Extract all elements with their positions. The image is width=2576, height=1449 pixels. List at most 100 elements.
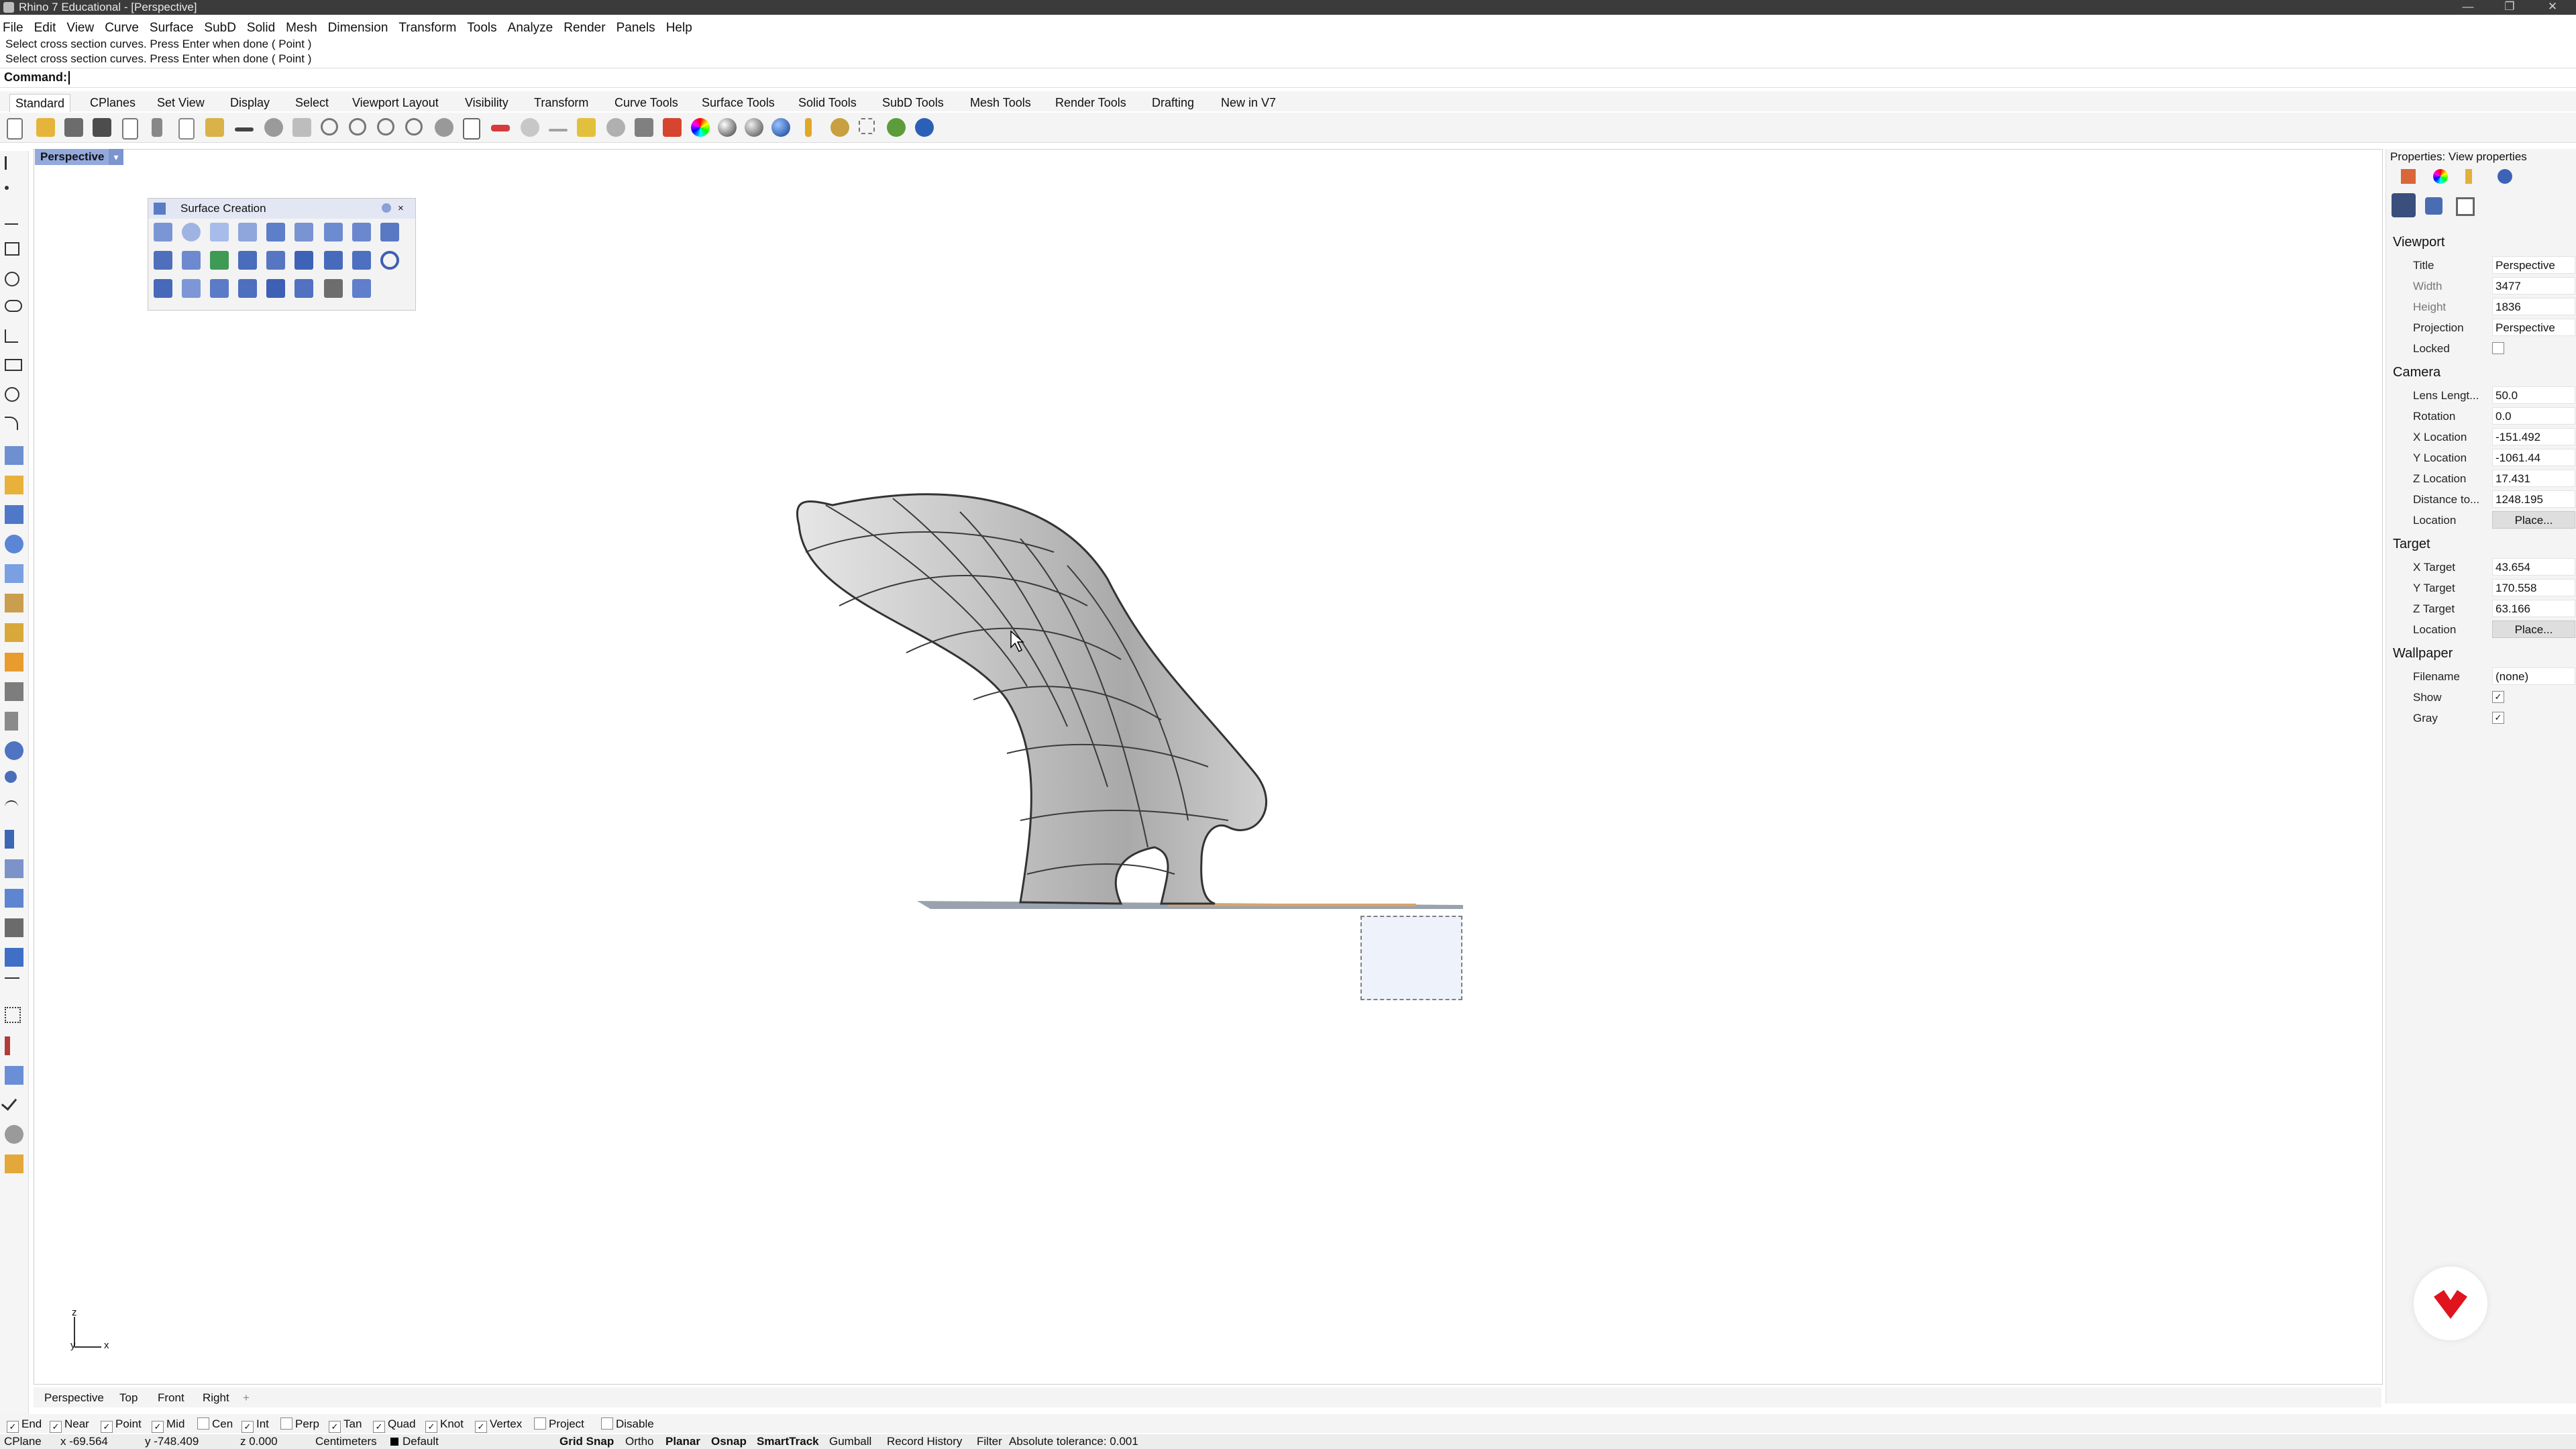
menu-mesh[interactable]: Mesh [280,15,322,40]
status-layer[interactable]: Default [402,1435,439,1448]
osnap-quad[interactable]: ✓ Quad [373,1417,416,1433]
tab-cplanes[interactable]: CPlanes [90,94,136,111]
select-all-icon[interactable] [491,125,510,131]
tab-render-tools[interactable]: Render Tools [1055,94,1126,111]
select-arrow-icon[interactable] [5,156,13,170]
polyline-icon[interactable] [5,214,18,225]
torus-icon[interactable] [380,251,399,270]
tab-subd-tools[interactable]: SubD Tools [882,94,944,111]
menu-view[interactable]: View [61,15,99,40]
tab-surface-tools[interactable]: Surface Tools [702,94,775,111]
close-button[interactable]: ✕ [2533,0,2572,15]
sphere-solid-icon[interactable] [5,535,23,553]
loft-icon[interactable] [238,223,257,241]
prop-height-field[interactable]: 1836 [2492,298,2575,315]
menu-render[interactable]: Render [558,15,610,40]
prop-rotation-field[interactable]: 0.0 [2492,407,2575,425]
rotate-icon[interactable] [5,918,23,937]
osnap-cen[interactable]: Cen [197,1417,233,1431]
rail-sweep-icon[interactable] [154,279,172,298]
osnap-point[interactable]: ✓ Point [101,1417,142,1433]
menu-edit[interactable]: Edit [29,15,62,40]
panel-gear-icon[interactable] [382,203,391,213]
tab-set-view[interactable]: Set View [157,94,205,111]
menu-curve[interactable]: Curve [99,15,144,40]
osnap-cen-checkbox[interactable] [197,1417,209,1430]
menu-tools[interactable]: Tools [462,15,502,40]
print-icon[interactable] [93,118,111,137]
status-gumball[interactable]: Gumball [829,1435,871,1448]
prop-ytarget-field[interactable]: 170.558 [2492,579,2575,596]
boolean-icon[interactable] [5,653,23,672]
planar-curves-icon[interactable] [210,223,229,241]
zoom-window-icon[interactable] [349,118,366,136]
mesh-icon[interactable] [5,594,23,612]
join-icon[interactable] [5,741,23,760]
cylinder-icon[interactable] [5,564,23,583]
grid-array-icon[interactable] [5,1007,21,1023]
pan-hand-icon[interactable] [264,118,283,137]
target-place-button[interactable]: Place... [2492,621,2575,638]
copy-icon[interactable] [178,118,195,140]
render-icon[interactable] [5,1155,23,1173]
osnap-project-checkbox[interactable] [534,1417,546,1430]
osnap-end-checkbox[interactable]: ✓ [7,1421,19,1433]
osnap-point-checkbox[interactable]: ✓ [101,1421,113,1433]
menu-subd[interactable]: SubD [199,15,241,40]
shaded-sphere-icon[interactable] [718,118,737,137]
rectangle-tool-icon[interactable] [5,359,22,371]
extrude-curve-icon[interactable] [266,223,285,241]
panel-close-icon[interactable]: × [398,199,404,219]
network-surface-icon[interactable] [324,223,343,241]
zoom-extents-icon[interactable] [377,118,394,136]
tab-visibility[interactable]: Visibility [465,94,508,111]
status-filter[interactable]: Filter [977,1435,1002,1448]
menu-help[interactable]: Help [661,15,698,40]
minimize-button[interactable]: — [2449,0,2487,15]
tab-select[interactable]: Select [295,94,329,111]
prop-xloc-field[interactable]: -151.492 [2492,428,2575,445]
osnap-quad-checkbox[interactable]: ✓ [373,1421,385,1433]
text-icon[interactable] [5,830,14,849]
arc-surface-icon[interactable] [182,279,201,298]
perspective-viewport[interactable]: z x y [34,149,2383,1385]
rotate-view-icon[interactable] [292,118,311,137]
status-cplane[interactable]: CPlane [4,1435,42,1448]
osnap-tan-checkbox[interactable]: ✓ [329,1421,341,1433]
heightfield-icon[interactable] [266,279,285,298]
split-icon[interactable] [5,712,18,731]
help-icon[interactable] [915,118,934,137]
tab-viewport-layout[interactable]: Viewport Layout [352,94,439,111]
layers-icon[interactable] [663,118,682,137]
check-icon[interactable] [1,1094,17,1111]
funnel-icon[interactable] [238,279,257,298]
fin-icon[interactable] [352,279,371,298]
tab-transform[interactable]: Transform [534,94,588,111]
fillet-curve-icon[interactable] [5,417,18,430]
tab-new-in-v7[interactable]: New in V7 [1221,94,1276,111]
object-properties-icon[interactable] [2401,169,2416,184]
open-folder-icon[interactable] [36,118,55,137]
command-line[interactable]: Command: [0,68,2576,88]
pencil-icon[interactable] [805,118,812,137]
viewport-tab-top[interactable]: Top [119,1391,138,1405]
subd-icon[interactable] [5,623,23,642]
menu-surface[interactable]: Surface [144,15,199,40]
osnap-perp[interactable]: Perp [280,1417,319,1431]
globe-icon[interactable] [887,118,906,137]
extrude-icon[interactable] [5,476,23,494]
viewport-tab-right[interactable]: Right [203,1391,229,1405]
tab-mesh-tools[interactable]: Mesh Tools [970,94,1031,111]
tab-standard[interactable]: Standard [9,94,71,112]
cone-icon[interactable] [294,251,313,270]
osnap-near[interactable]: ✓ Near [50,1417,89,1433]
prop-gray-checkbox[interactable]: ✓ [2492,712,2504,724]
menu-file[interactable]: File [0,15,29,40]
viewport-tab-perspective[interactable]: Perspective [44,1391,104,1405]
prop-ztarget-field[interactable]: 63.166 [2492,600,2575,617]
options-gear-icon[interactable] [830,118,849,137]
mesh-grid-icon[interactable] [324,279,343,298]
point-icon[interactable] [5,186,9,190]
viewport-tab-front[interactable]: Front [158,1391,184,1405]
blend-srf-icon[interactable] [266,251,285,270]
